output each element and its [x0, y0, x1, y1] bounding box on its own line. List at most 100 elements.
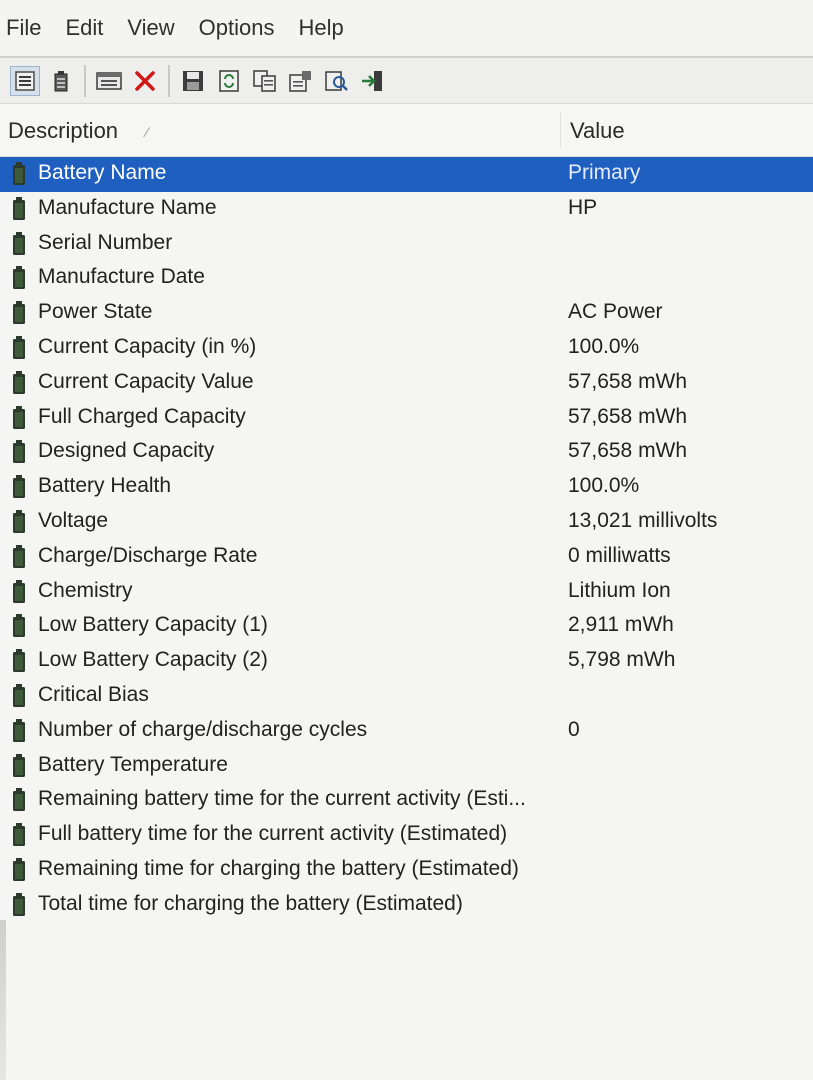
- column-header-value[interactable]: Value: [570, 118, 625, 144]
- table-row[interactable]: Full Charged Capacity 57,658 mWh: [0, 401, 813, 436]
- row-description: Battery Temperature: [38, 752, 228, 776]
- menu-options[interactable]: Options: [199, 15, 289, 41]
- table-row[interactable]: Manufacture Date: [0, 261, 813, 296]
- detail-view-button[interactable]: [10, 65, 40, 96]
- row-value: HP: [568, 195, 598, 219]
- row-value: AC Power: [568, 300, 663, 324]
- row-description: Full battery time for the current activi…: [38, 822, 508, 846]
- battery-icon: [13, 335, 25, 359]
- row-description: Manufacture Date: [38, 265, 205, 289]
- menu-view[interactable]: View: [127, 15, 188, 41]
- row-value: 57,658 mWh: [568, 404, 688, 428]
- copy-icon: [253, 69, 276, 92]
- table-row[interactable]: Full battery time for the current activi…: [0, 818, 813, 853]
- menu-edit[interactable]: Edit: [65, 15, 117, 41]
- battery-icon: [13, 370, 25, 394]
- battery-icon: [13, 892, 25, 916]
- table-row[interactable]: Battery Temperature: [0, 749, 813, 784]
- properties-window-button[interactable]: [94, 66, 124, 96]
- properties-icon: [289, 70, 311, 92]
- properties-window-icon: [96, 71, 122, 90]
- battery-view-icon: [54, 70, 68, 91]
- column-header-description[interactable]: Description: [8, 118, 118, 144]
- menu-file[interactable]: File: [6, 15, 55, 41]
- battery-icon: [13, 718, 25, 742]
- battery-properties-list[interactable]: Description ∕ Value Battery Name Primary M…: [0, 104, 813, 1080]
- row-value: 57,658 mWh: [568, 369, 688, 393]
- row-value: 5,798 mWh: [568, 648, 676, 672]
- row-description: Remaining battery time for the current a…: [38, 787, 526, 811]
- list-rows: Battery Name Primary Manufacture Name HP Ser…: [0, 157, 813, 923]
- row-value: 100.0%: [568, 334, 640, 358]
- row-description: Number of charge/discharge cycles: [38, 717, 368, 741]
- battery-icon: [13, 788, 25, 812]
- table-row[interactable]: Chemistry Lithium Ion: [0, 575, 813, 610]
- table-row[interactable]: Battery Name Primary: [0, 157, 813, 192]
- battery-info-window: File Edit View Options Help Description …: [0, 0, 813, 1080]
- row-description: Remaining time for charging the battery …: [38, 856, 519, 880]
- delete-icon: [135, 70, 155, 91]
- delete-button[interactable]: [130, 66, 160, 96]
- table-row[interactable]: Charge/Discharge Rate 0 milliwatts: [0, 540, 813, 575]
- battery-icon: [13, 266, 25, 290]
- battery-icon: [13, 405, 25, 429]
- menu-bar: File Edit View Options Help: [0, 0, 813, 56]
- battery-icon: [13, 301, 25, 325]
- table-row[interactable]: Serial Number: [0, 227, 813, 262]
- row-value: 57,658 mWh: [568, 439, 688, 463]
- battery-icon: [13, 196, 25, 220]
- battery-icon: [13, 509, 25, 533]
- row-value: Primary: [568, 161, 641, 184]
- refresh-icon: [219, 69, 239, 92]
- row-value: 13,021 millivolts: [568, 508, 718, 532]
- row-value: 0 milliwatts: [568, 543, 671, 567]
- refresh-button[interactable]: [214, 66, 244, 96]
- table-row[interactable]: Low Battery Capacity (2) 5,798 mWh: [0, 644, 813, 679]
- battery-icon: [13, 753, 25, 777]
- table-row[interactable]: Critical Bias: [0, 679, 813, 714]
- battery-icon: [13, 823, 25, 847]
- table-row[interactable]: Low Battery Capacity (1) 2,911 mWh: [0, 609, 813, 644]
- table-row[interactable]: Total time for charging the battery (Est…: [0, 888, 813, 923]
- save-icon: [183, 70, 203, 91]
- battery-icon: [13, 231, 25, 255]
- row-description: Total time for charging the battery (Est…: [38, 891, 463, 915]
- exit-icon: [362, 70, 382, 91]
- battery-icon: [13, 579, 25, 603]
- row-description: Critical Bias: [38, 682, 149, 706]
- battery-view-button[interactable]: [46, 66, 76, 96]
- toolbar-separator: [84, 64, 86, 97]
- row-value: 2,911 mWh: [568, 613, 674, 637]
- table-row[interactable]: Remaining battery time for the current a…: [0, 783, 813, 818]
- sort-ascending-icon: ∕: [146, 124, 149, 140]
- table-row[interactable]: Designed Capacity 57,658 mWh: [0, 435, 813, 470]
- table-row[interactable]: Power State AC Power: [0, 296, 813, 331]
- copy-button[interactable]: [250, 66, 280, 96]
- row-description: Voltage: [38, 508, 109, 532]
- exit-button[interactable]: [358, 66, 388, 96]
- find-icon: [325, 70, 348, 91]
- column-divider[interactable]: [560, 112, 561, 148]
- row-description: Low Battery Capacity (2): [38, 648, 268, 672]
- table-row[interactable]: Battery Health 100.0%: [0, 470, 813, 505]
- save-button[interactable]: [178, 66, 208, 96]
- find-button[interactable]: [322, 66, 352, 96]
- row-description: Battery Health: [38, 474, 172, 498]
- table-row[interactable]: Remaining time for charging the battery …: [0, 853, 813, 888]
- battery-icon: [13, 649, 25, 673]
- table-row[interactable]: Current Capacity (in %) 100.0%: [0, 331, 813, 366]
- window-edge: [0, 920, 6, 1080]
- menu-help[interactable]: Help: [299, 15, 358, 41]
- battery-icon: [13, 683, 25, 707]
- properties-button[interactable]: [286, 66, 316, 96]
- table-row[interactable]: Voltage 13,021 millivolts: [0, 505, 813, 540]
- table-row[interactable]: Manufacture Name HP: [0, 192, 813, 227]
- toolbar: [0, 56, 813, 104]
- table-row[interactable]: Number of charge/discharge cycles 0: [0, 714, 813, 749]
- row-description: Full Charged Capacity: [38, 404, 246, 428]
- battery-icon: [13, 857, 25, 881]
- table-row[interactable]: Current Capacity Value 57,658 mWh: [0, 366, 813, 401]
- battery-icon: [13, 440, 25, 464]
- row-description: Power State: [38, 300, 153, 324]
- detail-view-icon: [15, 70, 35, 91]
